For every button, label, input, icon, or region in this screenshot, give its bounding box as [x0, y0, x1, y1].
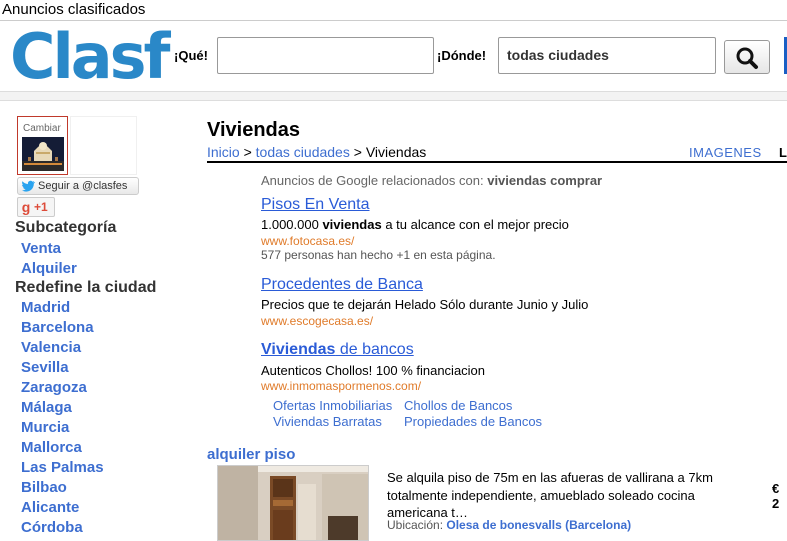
tab-list[interactable]: L: [779, 145, 787, 160]
city-link-malaga[interactable]: Málaga: [21, 399, 72, 416]
ad-sitelink-propiedades-de-bancos[interactable]: Propiedades de Bancos: [404, 414, 542, 429]
city-link-las-palmas[interactable]: Las Palmas: [21, 459, 104, 476]
breadcrumb-home-link[interactable]: Inicio: [207, 144, 240, 160]
city-info-panel: [70, 116, 137, 175]
tab-images[interactable]: IMAGENES: [689, 145, 762, 160]
listing-location: Ubicación: Olesa de bonesvalls (Barcelon…: [387, 518, 631, 532]
sidebar: Cambiar Seguir a @clasfes g +1 Subcatego…: [0, 101, 190, 541]
city-link-zaragoza[interactable]: Zaragoza: [21, 379, 87, 396]
header-separator: [0, 91, 787, 101]
listing-description: Se alquila piso de 75m en las afueras de…: [387, 470, 713, 520]
logo-text: Clasf: [10, 20, 170, 93]
change-city-box[interactable]: Cambiar: [17, 116, 68, 175]
city-link-bilbao[interactable]: Bilbao: [21, 479, 67, 496]
ad-social-note: 577 personas han hecho +1 en esta página…: [261, 248, 496, 262]
google-plus-one-button[interactable]: g +1: [17, 197, 55, 217]
subcategory-link-venta[interactable]: Venta: [21, 240, 61, 257]
breadcrumb-separator: >: [349, 144, 366, 160]
ad-title-procedentes-de-banca[interactable]: Procedentes de Banca: [261, 276, 423, 294]
change-city-label: Cambiar: [23, 123, 61, 134]
ads-header: Anuncios de Google relacionados con: viv…: [261, 173, 602, 188]
city-link-alicante[interactable]: Alicante: [21, 499, 79, 516]
google-plus-label: +1: [34, 200, 48, 214]
city-link-valencia[interactable]: Valencia: [21, 339, 81, 356]
what-search-input[interactable]: [217, 37, 434, 74]
window-title: Anuncios clasificados: [2, 1, 146, 18]
search-button[interactable]: [724, 40, 770, 74]
site-header: Clasf ¡Qué! ¡Dónde! todas ciudades: [0, 20, 787, 93]
city-link-mallorca[interactable]: Mallorca: [21, 439, 82, 456]
city-link-sevilla[interactable]: Sevilla: [21, 359, 69, 376]
twitter-bird-icon: [22, 180, 35, 192]
ad-url[interactable]: www.fotocasa.es/: [261, 234, 354, 248]
where-input[interactable]: todas ciudades: [498, 37, 716, 74]
ad-description: Autenticos Chollos! 100 % financiacion: [261, 363, 486, 378]
listing-location-link[interactable]: Olesa de bonesvalls (Barcelona): [446, 518, 631, 532]
ad-desc-suffix: a tu alcance con el mejor precio: [381, 217, 569, 232]
breadcrumb: Inicio > todas ciudades > Viviendas: [207, 144, 426, 160]
city-heading: Redefine la ciudad: [15, 279, 157, 296]
ad-title-pisos-en-venta[interactable]: Pisos En Venta: [261, 196, 370, 214]
what-label: ¡Qué!: [174, 48, 208, 63]
ads-header-query: viviendas comprar: [487, 173, 603, 188]
ad-title-bold: Viviendas: [261, 341, 336, 358]
breadcrumb-divider: [207, 161, 787, 163]
listing-title[interactable]: alquiler piso: [207, 446, 295, 463]
breadcrumb-all-cities-link[interactable]: todas ciudades: [256, 144, 350, 160]
ad-url[interactable]: www.escogecasa.es/: [261, 314, 373, 328]
clasf-logo[interactable]: Clasf: [10, 20, 170, 93]
ad-title-rest: de bancos: [335, 341, 414, 358]
ad-title-viviendas-de-bancos[interactable]: Viviendas de bancos: [261, 341, 414, 359]
ads-header-prefix: Anuncios de Google relacionados con:: [261, 173, 488, 188]
page-title: Viviendas: [207, 119, 301, 141]
city-thumbnail-image: [22, 137, 64, 171]
ad-desc-prefix: 1.000.000: [261, 217, 323, 232]
ad-description: Precios que te dejarán Helado Sólo duran…: [261, 297, 589, 312]
google-plus-icon: g: [21, 199, 31, 215]
twitter-follow-button[interactable]: Seguir a @clasfes: [17, 177, 139, 195]
search-icon: [736, 47, 758, 69]
breadcrumb-current: Viviendas: [365, 144, 427, 160]
city-link-murcia[interactable]: Murcia: [21, 419, 69, 436]
breadcrumb-separator: >: [239, 144, 256, 160]
city-link-madrid[interactable]: Madrid: [21, 299, 70, 316]
subcategory-heading: Subcategoría: [15, 219, 117, 236]
ad-description: 1.000.000 viviendas a tu alcance con el …: [261, 217, 569, 232]
ad-sitelink-ofertas-inmobiliarias[interactable]: Ofertas Inmobiliarias: [273, 398, 392, 413]
ad-desc-bold: viviendas: [322, 217, 382, 232]
ad-url[interactable]: www.inmomaspormenos.com/: [261, 379, 421, 393]
subcategory-link-alquiler[interactable]: Alquiler: [21, 260, 77, 277]
city-link-barcelona[interactable]: Barcelona: [21, 319, 94, 336]
listing-location-label: Ubicación:: [387, 518, 447, 532]
listing-photo[interactable]: [217, 465, 369, 541]
where-label: ¡Dónde!: [437, 48, 487, 63]
twitter-follow-label: Seguir a @clasfes: [38, 180, 128, 192]
city-link-cordoba[interactable]: Córdoba: [21, 519, 83, 536]
ad-sitelink-chollos-de-bancos[interactable]: Chollos de Bancos: [404, 398, 512, 413]
ad-sitelink-viviendas-barratas[interactable]: Viviendas Barratas: [273, 414, 382, 429]
listing-price: € 2: [772, 481, 780, 511]
